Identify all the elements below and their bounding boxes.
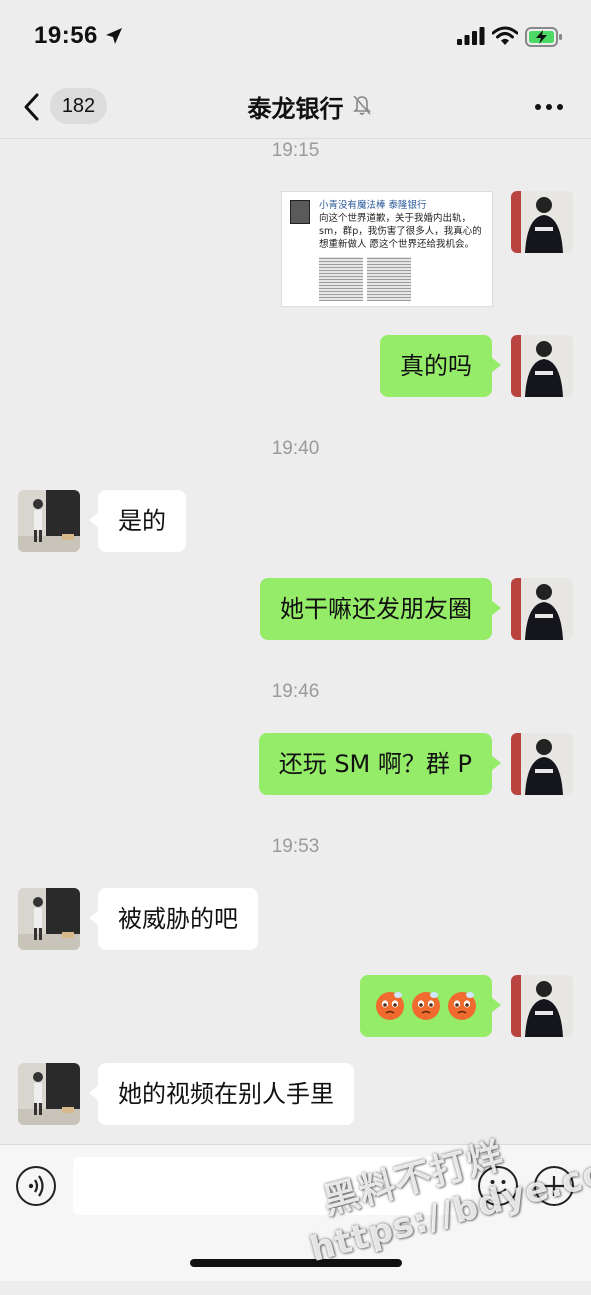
message-timestamp: 19:15 [271, 140, 320, 161]
battery-charging-icon [525, 27, 562, 47]
more-functions-button[interactable] [534, 1166, 574, 1206]
chat-title: 泰龙银行 [247, 95, 344, 123]
contact-avatar[interactable] [18, 490, 80, 552]
my-avatar[interactable] [511, 733, 573, 795]
wifi-icon [492, 26, 518, 45]
post-text: 向这个世界道歉，关于我婚内出轨，sm，群p，我伤害了很多人，我真心的想重新做人 … [319, 213, 482, 250]
status-bar: 19:56 [0, 0, 591, 76]
voice-input-button[interactable] [16, 1166, 56, 1206]
post-avatar-thumbnail [290, 200, 310, 224]
document-scan-image [319, 257, 363, 301]
voice-wave-icon [28, 1175, 44, 1197]
received-message-bubble[interactable]: 被威胁的吧 [89, 888, 258, 950]
home-indicator[interactable] [190, 1259, 402, 1267]
sent-message-bubble[interactable]: 真的吗 [380, 335, 501, 397]
chat-header: 182 泰龙银行 [0, 76, 591, 139]
my-avatar[interactable] [511, 335, 573, 397]
my-avatar[interactable] [511, 578, 573, 640]
post-author-line: 小青没有魔法棒 泰隆银行 [319, 200, 427, 211]
my-avatar[interactable] [511, 191, 573, 253]
received-message-bubble[interactable]: 她的视频在别人手里 [89, 1063, 354, 1125]
received-message-bubble[interactable]: 是的 [89, 490, 186, 552]
blush-emoji-icon [376, 992, 404, 1020]
message-text-input[interactable] [73, 1157, 471, 1215]
muted-bell-icon [353, 95, 371, 115]
status-time: 19:56 [34, 22, 98, 49]
location-arrow-icon [106, 28, 122, 44]
sent-message-bubble[interactable]: 还玩 SM 啊？群 P [258, 733, 502, 795]
more-options-icon[interactable] [534, 102, 564, 112]
sent-message-bubble[interactable]: 她干嘛还发朋友圈 [260, 578, 501, 640]
plus-icon [544, 1176, 564, 1196]
contact-avatar[interactable] [18, 888, 80, 950]
shared-image-message[interactable]: 小青没有魔法棒 泰隆银行 向这个世界道歉，关于我婚内出轨，sm，群p，我伤害了很… [281, 191, 493, 307]
smiley-icon [489, 1180, 507, 1195]
emoji-button[interactable] [478, 1166, 518, 1206]
sent-emoji-bubble[interactable] [360, 975, 501, 1037]
message-timestamp: 19:40 [271, 438, 320, 459]
blush-emoji-icon [448, 992, 476, 1020]
blush-emoji-icon [412, 992, 440, 1020]
contact-avatar[interactable] [18, 1063, 80, 1125]
cellular-signal-icon [457, 27, 485, 45]
document-scan-image [367, 257, 411, 301]
message-timestamp: 19:46 [271, 681, 320, 702]
message-timestamp: 19:53 [271, 836, 320, 857]
my-avatar[interactable] [511, 975, 573, 1037]
